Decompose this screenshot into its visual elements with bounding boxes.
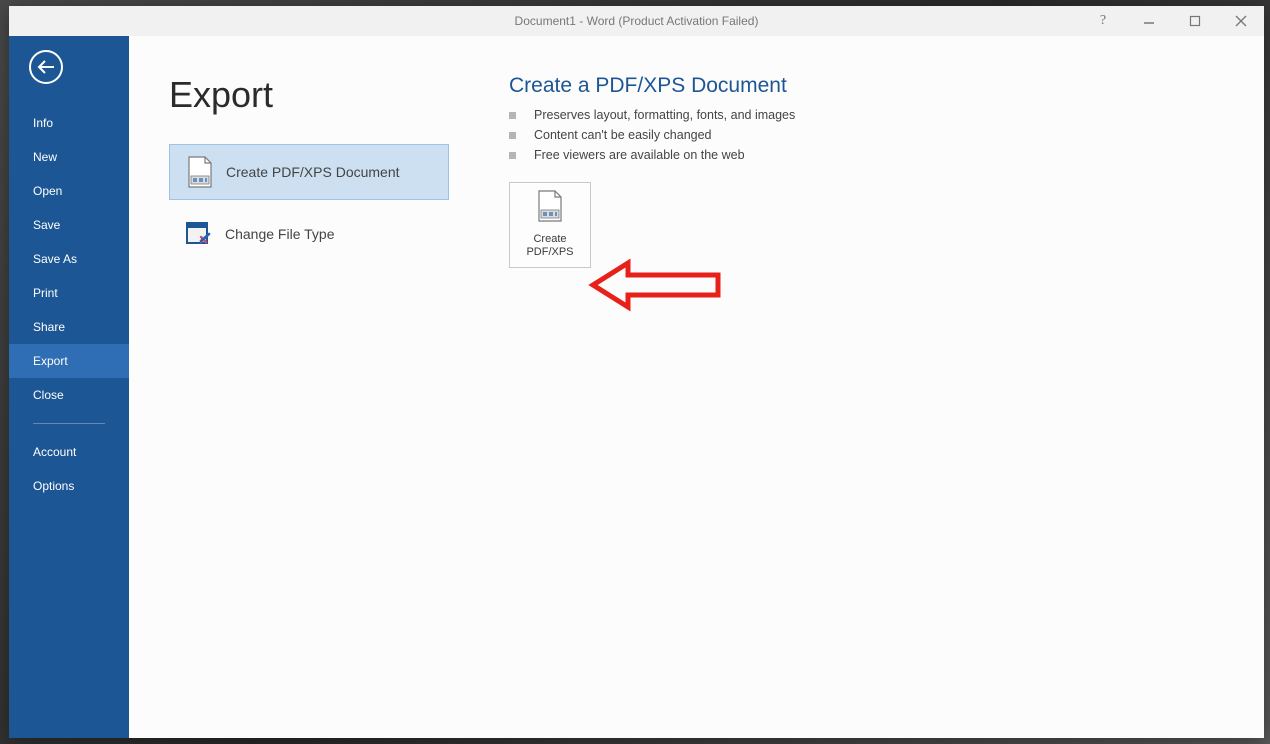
sidebar-item-info[interactable]: Info bbox=[9, 106, 129, 140]
sidebar-item-new[interactable]: New bbox=[9, 140, 129, 174]
help-button[interactable]: ? bbox=[1080, 6, 1126, 36]
bullet-text: Free viewers are available on the web bbox=[534, 148, 745, 162]
sidebar-item-share[interactable]: Share bbox=[9, 310, 129, 344]
sidebar-item-export[interactable]: Export bbox=[9, 344, 129, 378]
bullet-text: Content can't be easily changed bbox=[534, 128, 712, 142]
bullet-item: Preserves layout, formatting, fonts, and… bbox=[509, 108, 1224, 122]
bullet-item: Free viewers are available on the web bbox=[509, 148, 1224, 162]
bullet-square-icon bbox=[509, 132, 516, 139]
bullet-square-icon bbox=[509, 112, 516, 119]
option-label: Create PDF/XPS Document bbox=[226, 164, 400, 180]
annotation-arrow bbox=[588, 255, 728, 320]
create-btn-line2: PDF/XPS bbox=[526, 246, 573, 260]
maximize-button[interactable] bbox=[1172, 6, 1218, 36]
page-title: Export bbox=[169, 74, 489, 116]
back-button[interactable] bbox=[29, 50, 63, 84]
word-backstage-window: Document1 - Word (Product Activation Fai… bbox=[9, 6, 1264, 738]
option-label: Change File Type bbox=[225, 226, 334, 242]
bullet-item: Content can't be easily changed bbox=[509, 128, 1224, 142]
window-title: Document1 - Word (Product Activation Fai… bbox=[515, 14, 759, 28]
create-pdf-xps-button[interactable]: Create PDF/XPS bbox=[509, 182, 591, 268]
minimize-button[interactable] bbox=[1126, 6, 1172, 36]
sidebar-item-saveas[interactable]: Save As bbox=[9, 242, 129, 276]
bullet-square-icon bbox=[509, 152, 516, 159]
close-button[interactable] bbox=[1218, 6, 1264, 36]
sidebar-divider bbox=[33, 423, 105, 424]
sidebar-item-save[interactable]: Save bbox=[9, 208, 129, 242]
bullet-text: Preserves layout, formatting, fonts, and… bbox=[534, 108, 795, 122]
sidebar-item-options[interactable]: Options bbox=[9, 469, 129, 503]
sidebar-item-open[interactable]: Open bbox=[9, 174, 129, 208]
titlebar: Document1 - Word (Product Activation Fai… bbox=[9, 6, 1264, 36]
change-filetype-icon bbox=[179, 219, 219, 249]
section-heading: Create a PDF/XPS Document bbox=[509, 74, 1224, 98]
pdf-document-icon bbox=[180, 156, 220, 188]
option-change-file-type[interactable]: Change File Type bbox=[169, 206, 449, 262]
main-content: Export Create PDF/XPS Document bbox=[129, 36, 1264, 738]
create-btn-line1: Create bbox=[533, 233, 566, 247]
sidebar-item-account[interactable]: Account bbox=[9, 435, 129, 469]
sidebar-item-close[interactable]: Close bbox=[9, 378, 129, 412]
backstage-sidebar: Info New Open Save Save As Print Share E… bbox=[9, 36, 129, 738]
sidebar-item-print[interactable]: Print bbox=[9, 276, 129, 310]
create-pdf-icon bbox=[535, 190, 565, 227]
option-create-pdf-xps[interactable]: Create PDF/XPS Document bbox=[169, 144, 449, 200]
